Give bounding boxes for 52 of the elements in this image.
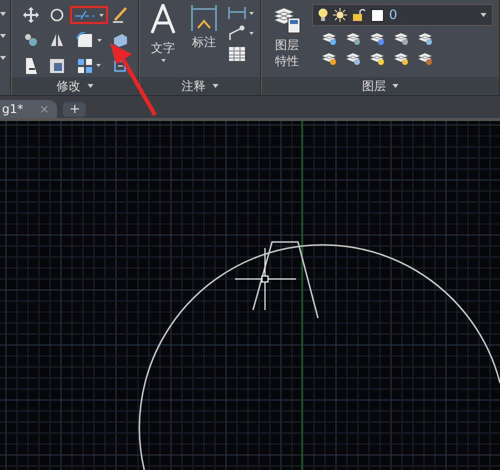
caret-icon[interactable] bbox=[0, 34, 6, 38]
caret-icon[interactable] bbox=[249, 12, 254, 14]
lightbulb-icon bbox=[318, 8, 328, 22]
layer-stack-user-icon[interactable] bbox=[416, 30, 434, 46]
copy-circles-icon[interactable] bbox=[23, 32, 39, 48]
new-tab-button[interactable]: + bbox=[63, 102, 86, 117]
layer-name: 0 bbox=[389, 8, 398, 22]
unlock-icon bbox=[352, 8, 366, 22]
layer-unlock-icon[interactable] bbox=[392, 50, 410, 66]
layer-cursor-icon[interactable] bbox=[344, 50, 362, 66]
layer-properties-button[interactable]: 图层 特性 bbox=[268, 4, 306, 77]
layer-sun-icon[interactable] bbox=[368, 50, 386, 66]
sun-icon bbox=[333, 8, 347, 22]
file-tab[interactable]: g1* × bbox=[0, 100, 58, 118]
layer-bulb-icon[interactable] bbox=[320, 50, 338, 66]
table-icon[interactable] bbox=[228, 46, 246, 62]
layer-dropdown[interactable]: 0 bbox=[312, 4, 493, 26]
layer-lock-icon[interactable] bbox=[392, 30, 410, 46]
dimension-icon bbox=[190, 4, 218, 32]
panel-title[interactable]: 图层 bbox=[362, 78, 386, 94]
caret-icon[interactable] bbox=[99, 14, 104, 17]
layer-pin-icon[interactable] bbox=[320, 30, 338, 46]
caret-icon[interactable] bbox=[392, 84, 399, 88]
caret-icon[interactable] bbox=[97, 38, 102, 42]
layer-merge-icon[interactable] bbox=[416, 50, 434, 66]
layer-match-icon[interactable] bbox=[344, 30, 362, 46]
panel-title[interactable]: 注释 bbox=[182, 78, 206, 94]
scale-icon[interactable] bbox=[49, 58, 65, 74]
caret-icon[interactable] bbox=[96, 64, 101, 68]
panel-title[interactable]: 修改 bbox=[56, 78, 80, 94]
layer-freeze-icon[interactable] bbox=[368, 30, 386, 46]
move-arrows-icon[interactable] bbox=[22, 6, 40, 24]
mirror-icon[interactable] bbox=[49, 32, 65, 48]
caret-icon[interactable] bbox=[0, 12, 6, 16]
caret-icon[interactable] bbox=[249, 32, 254, 34]
leader-icon[interactable] bbox=[228, 25, 246, 41]
text-button[interactable]: 文字 bbox=[146, 4, 180, 77]
caret-icon[interactable] bbox=[86, 84, 94, 88]
caret-icon[interactable] bbox=[0, 56, 6, 60]
color-swatch bbox=[371, 8, 384, 22]
caret-icon[interactable] bbox=[212, 84, 218, 88]
caret-icon[interactable] bbox=[480, 13, 487, 17]
file-tab-label[interactable]: g1* bbox=[2, 102, 24, 116]
caret-icon[interactable] bbox=[160, 59, 166, 62]
crosshair-cursor bbox=[234, 247, 297, 311]
fillet-icon[interactable] bbox=[76, 32, 94, 48]
trim-icon[interactable] bbox=[74, 10, 96, 20]
linear-dimension-icon[interactable] bbox=[228, 6, 246, 20]
dimension-button[interactable]: 标注 bbox=[186, 4, 222, 77]
brush-icon[interactable] bbox=[111, 6, 129, 24]
stretch-icon[interactable] bbox=[23, 56, 39, 75]
array-icon[interactable] bbox=[77, 58, 93, 74]
